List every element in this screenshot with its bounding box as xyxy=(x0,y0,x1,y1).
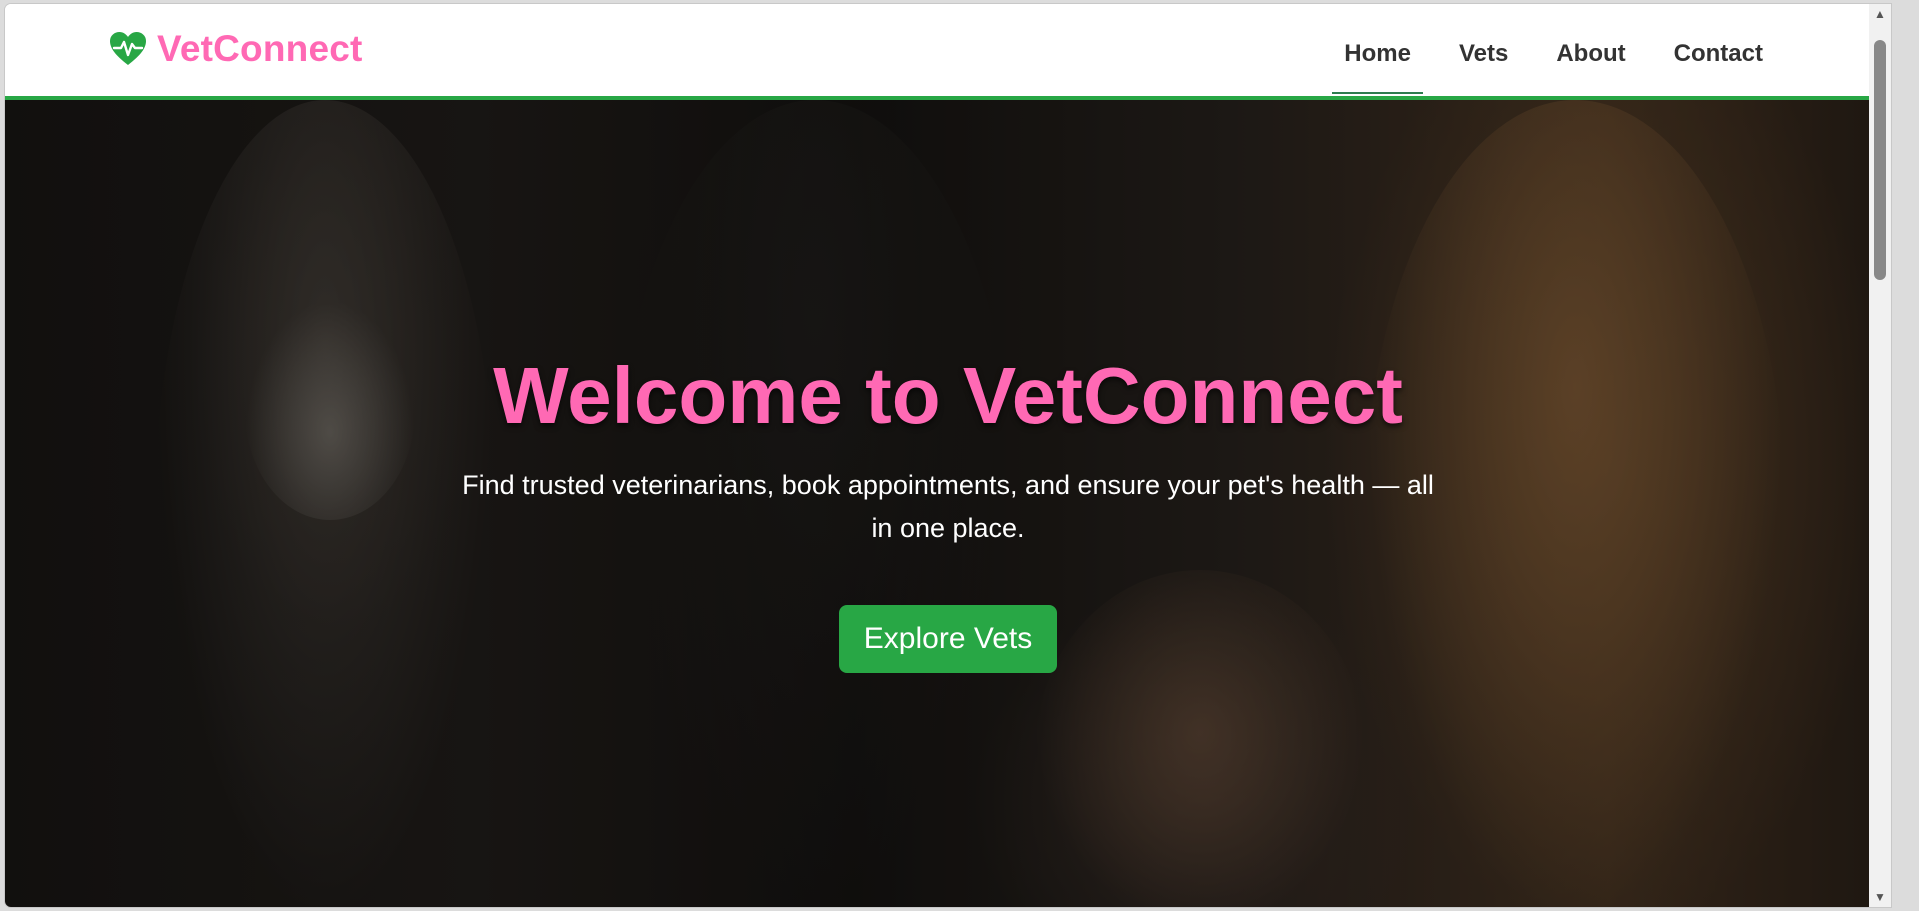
hero-title: Welcome to VetConnect xyxy=(493,351,1403,440)
browser-viewport: VetConnect Home Vets About Contact Welco… xyxy=(5,4,1891,907)
scroll-up-arrow-icon[interactable]: ▲ xyxy=(1869,4,1891,24)
nav-contact[interactable]: Contact xyxy=(1662,32,1775,78)
nav-about[interactable]: About xyxy=(1544,32,1637,78)
nav-home[interactable]: Home xyxy=(1332,32,1423,94)
navbar: VetConnect Home Vets About Contact xyxy=(5,4,1891,100)
explore-vets-button[interactable]: Explore Vets xyxy=(838,605,1058,673)
brand[interactable]: VetConnect xyxy=(109,28,363,70)
main-nav: Home Vets About Contact xyxy=(1332,32,1775,94)
heart-pulse-icon xyxy=(109,31,147,67)
nav-vets[interactable]: Vets xyxy=(1447,32,1520,78)
brand-name: VetConnect xyxy=(157,28,363,69)
scroll-down-arrow-icon[interactable]: ▼ xyxy=(1869,887,1891,907)
scroll-thumb[interactable] xyxy=(1874,40,1886,280)
vertical-scrollbar[interactable]: ▲ ▼ xyxy=(1869,4,1891,907)
hero-content: Welcome to VetConnect Find trusted veter… xyxy=(5,350,1891,673)
hero-section: Welcome to VetConnect Find trusted veter… xyxy=(5,100,1891,907)
hero-subtitle: Find trusted veterinarians, book appoint… xyxy=(462,470,1434,543)
